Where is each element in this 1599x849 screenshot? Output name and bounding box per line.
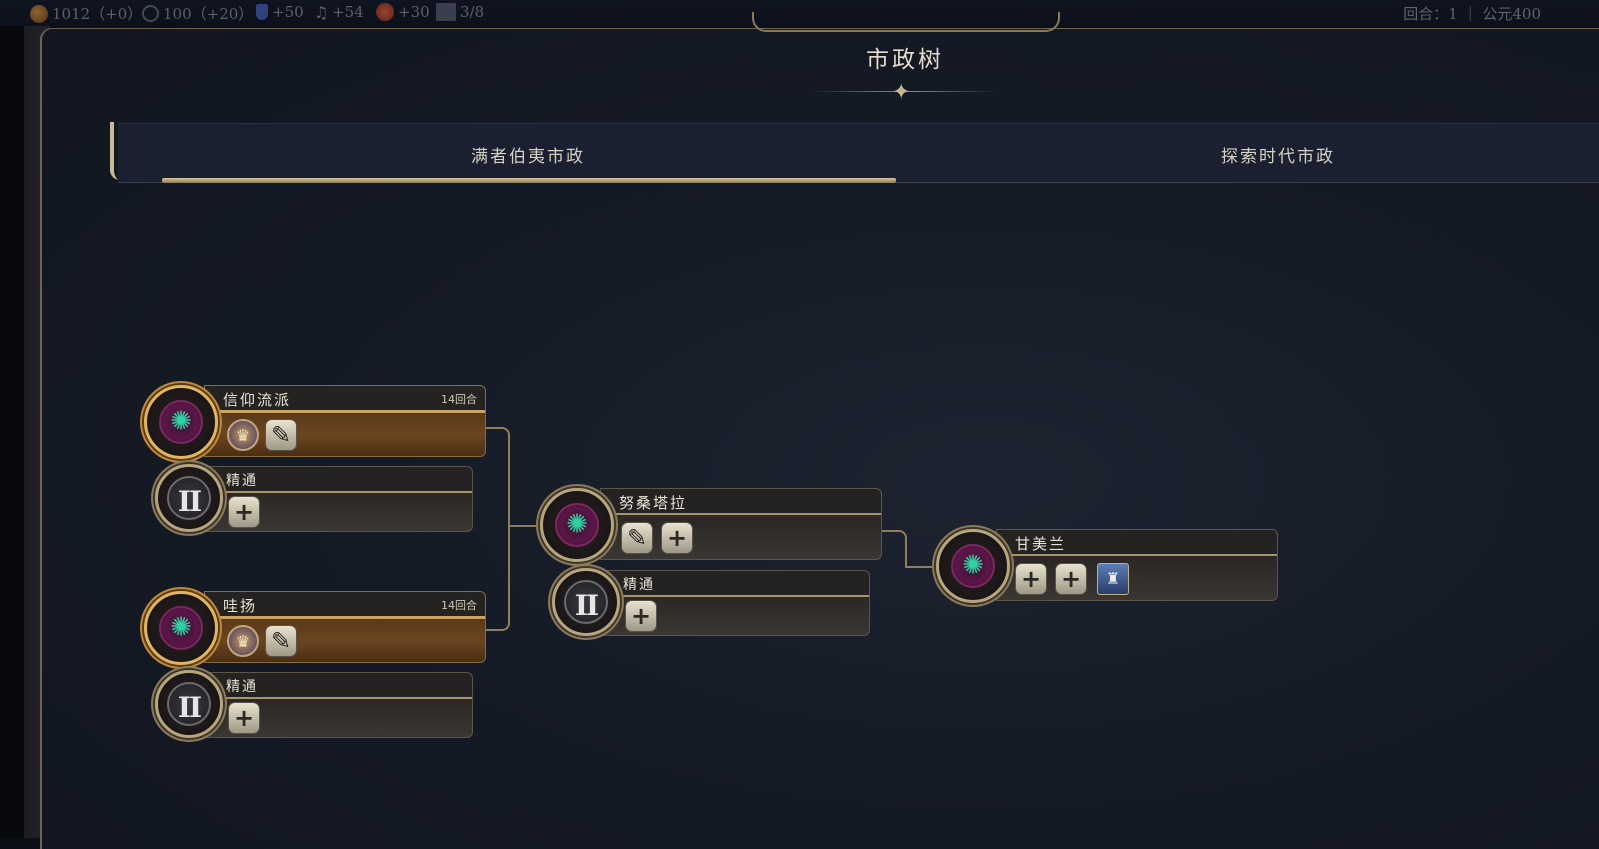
civic-name: 信仰流派	[223, 391, 292, 409]
civic-name: 努桑塔拉	[619, 494, 688, 512]
civic-turns: 14回合	[441, 393, 477, 406]
civic-medal: ✺	[540, 488, 614, 562]
civic-name: 精通	[226, 473, 258, 489]
civic-node-wayang[interactable]: 哇扬 14回合 ♛ ✎ ✺	[140, 589, 490, 669]
happiness-value: +30	[398, 3, 430, 21]
civic-node-gamelan[interactable]: 甘美兰 + + ♜ ✺	[932, 527, 1282, 607]
civic-name: 甘美兰	[1015, 535, 1067, 553]
civic-star-icon: ✺	[170, 612, 192, 643]
science-resource[interactable]: +50	[256, 3, 304, 21]
wonder-reward-icon[interactable]: ♜	[1097, 563, 1129, 595]
happiness-icon	[376, 3, 394, 21]
quill-reward-icon[interactable]: ✎	[621, 522, 653, 554]
civic-star-icon: ✺	[170, 406, 192, 437]
screen-edge	[0, 26, 24, 838]
mastery-numeral: II	[177, 485, 202, 518]
plus-reward-icon[interactable]: +	[228, 496, 260, 528]
mastery-medal: II	[155, 670, 223, 738]
gold-icon	[30, 4, 48, 23]
influence-resource[interactable]: 100（+20）	[142, 3, 253, 24]
civic-medal: ✺	[144, 591, 218, 665]
plus-reward-icon[interactable]: +	[1055, 563, 1087, 595]
culture-value: +54	[332, 3, 364, 21]
plus-reward-icon[interactable]: +	[661, 522, 693, 554]
quill-reward-icon[interactable]: ✎	[265, 625, 297, 657]
settlement-resource[interactable]: 3/8	[436, 3, 484, 21]
mastery-numeral: II	[574, 589, 599, 622]
civic-name: 哇扬	[223, 597, 258, 615]
quill-reward-icon[interactable]: ✎	[265, 419, 297, 451]
turn-date: 回合：1 ｜ 公元400	[1403, 5, 1541, 23]
unit-reward-icon[interactable]: ♛	[227, 625, 259, 657]
civic-name: 精通	[623, 577, 655, 593]
gold-value: 1012（+0）	[52, 5, 143, 23]
unit-reward-icon[interactable]: ♛	[227, 419, 259, 451]
influence-value: 100（+20）	[163, 5, 254, 23]
page-title: 市政树	[866, 47, 944, 73]
culture-resource[interactable]: ♫ +54	[314, 3, 364, 22]
civic-turns: 14回合	[441, 599, 477, 612]
science-value: +50	[272, 3, 304, 21]
civic-node-nusantara-mastery[interactable]: 精通 + II	[552, 568, 872, 640]
mastery-medal: II	[155, 464, 223, 532]
civic-node-nusantara[interactable]: 努桑塔拉 ✎ + ✺	[536, 486, 886, 566]
science-icon	[256, 4, 268, 20]
settlement-icon	[436, 3, 456, 21]
title-crown-ornament	[752, 12, 1060, 32]
gold-resource[interactable]: 1012（+0）	[30, 3, 142, 24]
influence-icon	[142, 5, 159, 22]
tab-exploration-age-civics[interactable]: 探索时代市政	[1158, 142, 1398, 167]
plus-reward-icon[interactable]: +	[228, 702, 260, 734]
settlement-value: 3/8	[460, 3, 485, 21]
civic-name: 精通	[226, 679, 258, 695]
civic-star-icon: ✺	[566, 509, 588, 540]
mastery-numeral: II	[177, 691, 202, 724]
mastery-medal: II	[552, 568, 620, 636]
tab-bar: 满者伯夷市政 探索时代市政	[118, 123, 1599, 183]
tab-majapahit-civics[interactable]: 满者伯夷市政	[408, 142, 648, 167]
civic-medal: ✺	[936, 529, 1010, 603]
civic-node-wayang-mastery[interactable]: 精通 + II	[155, 670, 475, 742]
plus-reward-icon[interactable]: +	[625, 600, 657, 632]
plus-reward-icon[interactable]: +	[1015, 563, 1047, 595]
civic-node-xinyang-mastery[interactable]: 精通 + II	[155, 464, 475, 536]
ornament-icon: ✦	[892, 80, 911, 105]
civic-star-icon: ✺	[962, 550, 984, 581]
civic-medal: ✺	[144, 385, 218, 459]
selected-tab-indicator	[162, 178, 896, 183]
civic-node-xinyang[interactable]: 信仰流派 14回合 ♛ ✎ ✺	[140, 383, 490, 463]
culture-icon: ♫	[314, 3, 329, 22]
happiness-resource[interactable]: +30	[376, 3, 430, 21]
